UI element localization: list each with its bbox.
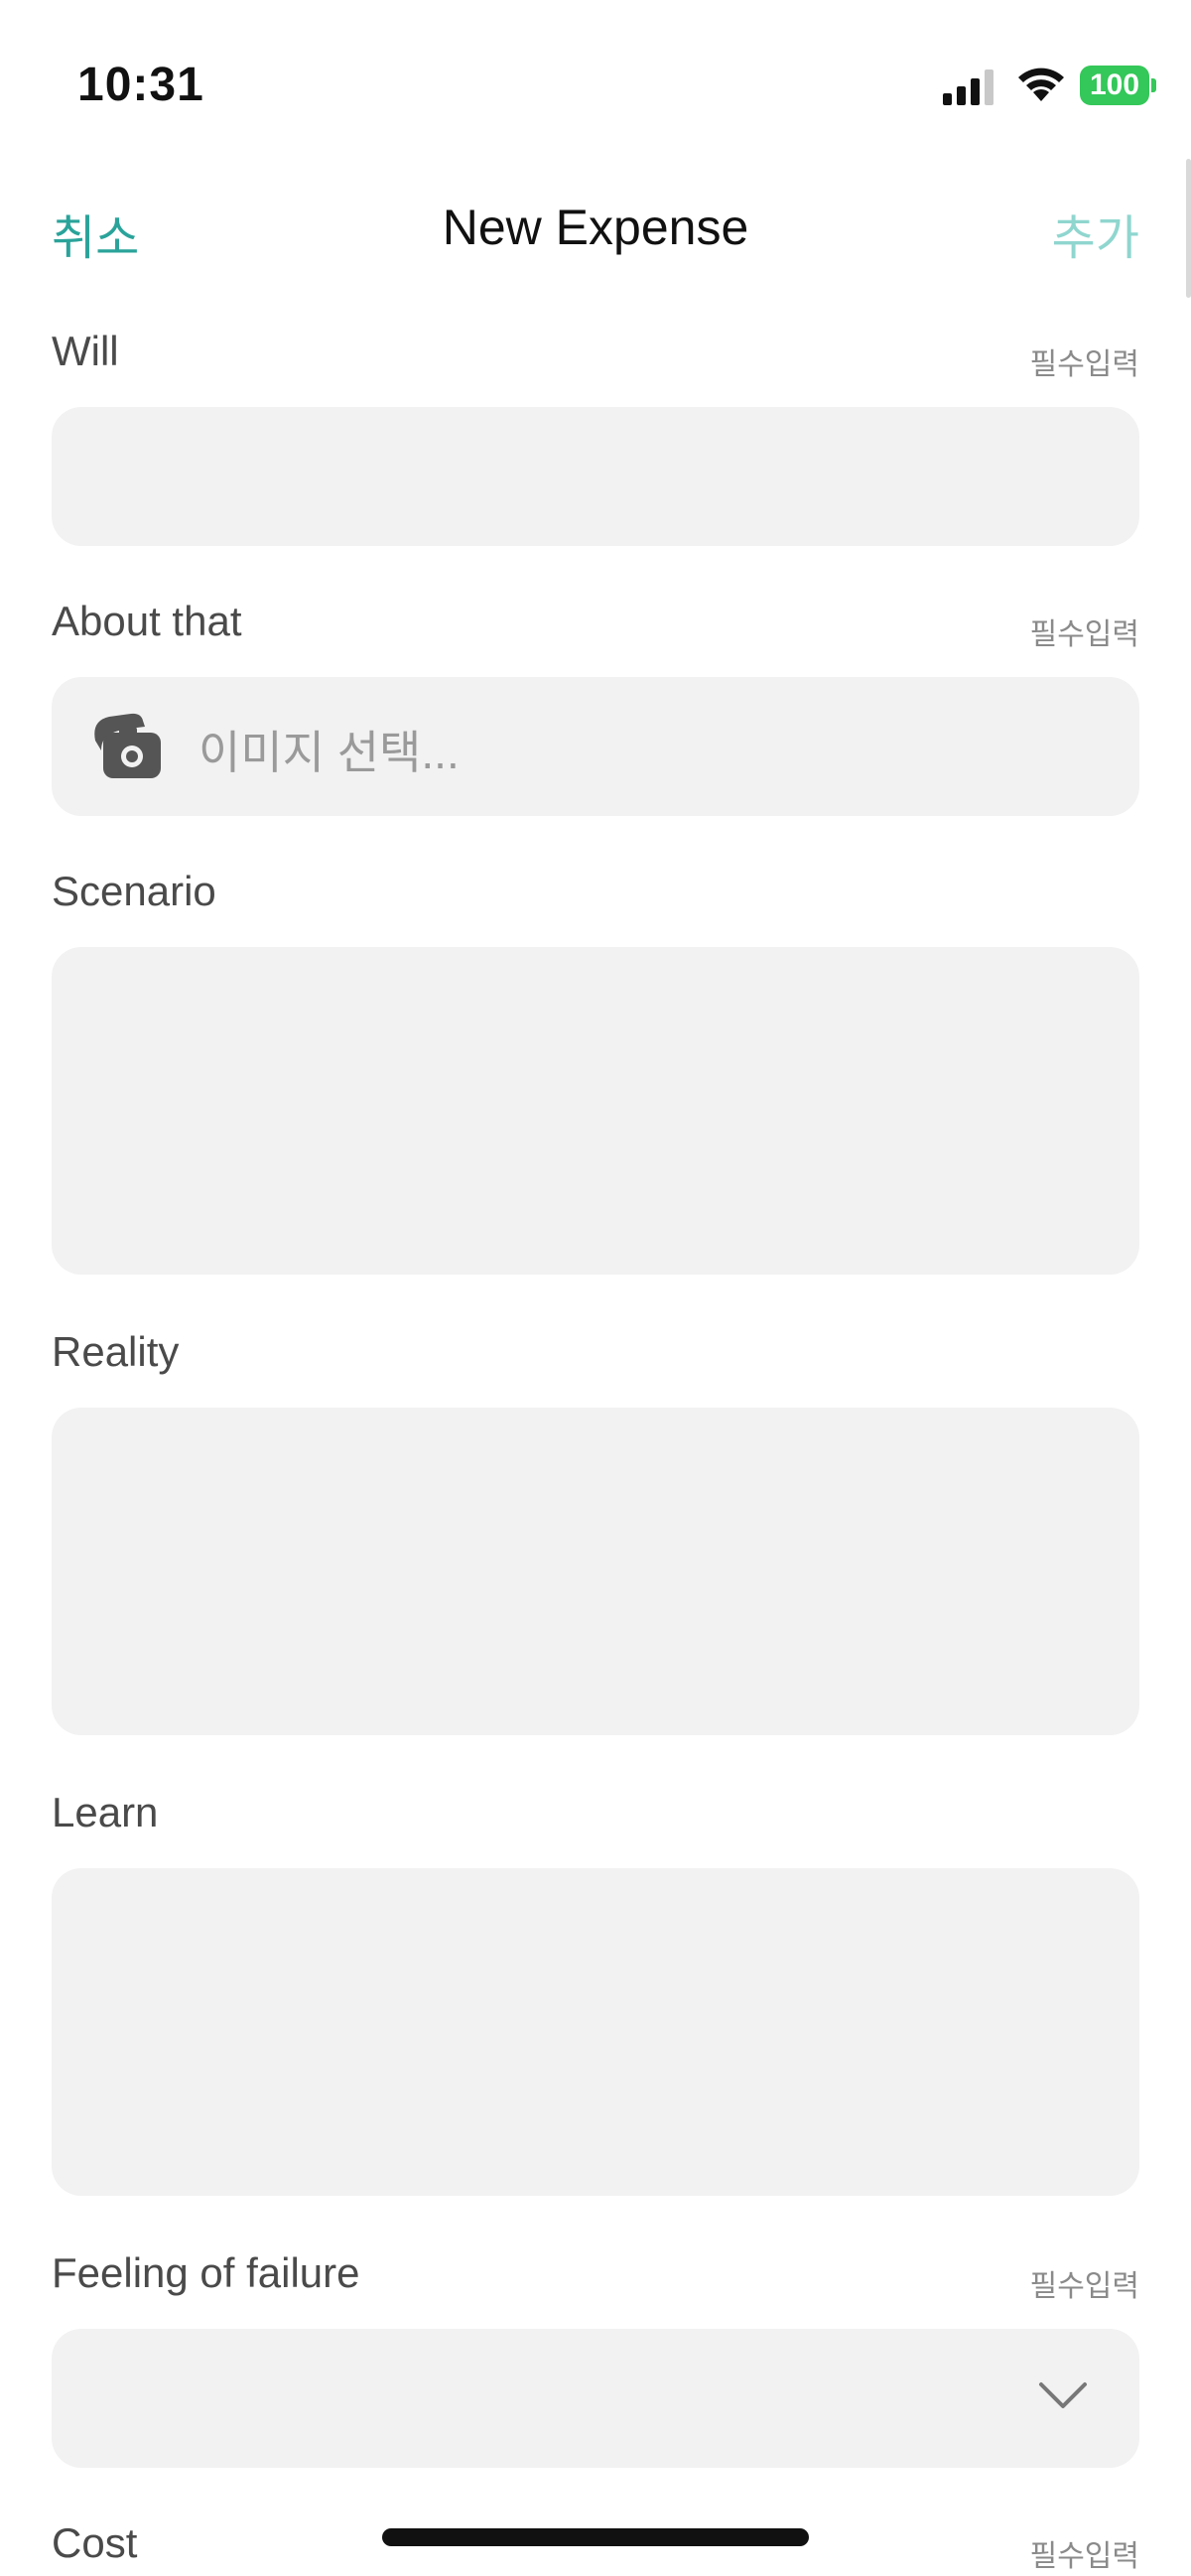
status-bar: 10:31 100 [0, 0, 1191, 149]
cost-required-badge: 필수입력 [1029, 2540, 1139, 2573]
will-label: Will [52, 328, 119, 374]
cancel-button[interactable]: 취소 [52, 199, 139, 268]
battery-level: 100 [1089, 68, 1140, 101]
home-indicator[interactable] [382, 2528, 809, 2546]
nav-bar: New Expense 취소 추가 [0, 159, 1191, 298]
will-required-badge: 필수입력 [1029, 348, 1139, 381]
page-title: New Expense [442, 200, 749, 255]
feeling-select[interactable] [52, 2329, 1139, 2468]
signal-icon [943, 69, 993, 105]
battery-tip [1151, 78, 1156, 92]
reality-textarea[interactable] [52, 1408, 1139, 1735]
status-time: 10:31 [77, 59, 204, 111]
add-button[interactable]: 추가 [1052, 199, 1139, 268]
will-input[interactable] [52, 407, 1139, 546]
image-picker-button[interactable]: 이미지 선택... [52, 677, 1139, 816]
camera-icon [94, 713, 161, 778]
wifi-icon [1018, 68, 1064, 101]
feeling-required-badge: 필수입력 [1029, 2270, 1139, 2303]
cost-label: Cost [52, 2519, 138, 2566]
about-required-badge: 필수입력 [1029, 618, 1139, 651]
chevron-down-icon [1039, 2382, 1087, 2408]
about-label: About that [52, 598, 242, 644]
new-expense-screen: 10:31 100 New Expense 취소 추가 Will 필수입력 Ab… [0, 0, 1191, 2576]
learn-textarea[interactable] [52, 1868, 1139, 2196]
feeling-label: Feeling of failure [52, 2249, 360, 2296]
learn-label: Learn [52, 1789, 159, 1835]
battery-icon: 100 [1080, 66, 1149, 105]
reality-label: Reality [52, 1328, 180, 1375]
scenario-label: Scenario [52, 868, 216, 914]
scenario-textarea[interactable] [52, 947, 1139, 1275]
image-picker-placeholder: 이미지 선택... [198, 727, 460, 778]
scroll-indicator[interactable] [1186, 159, 1191, 298]
